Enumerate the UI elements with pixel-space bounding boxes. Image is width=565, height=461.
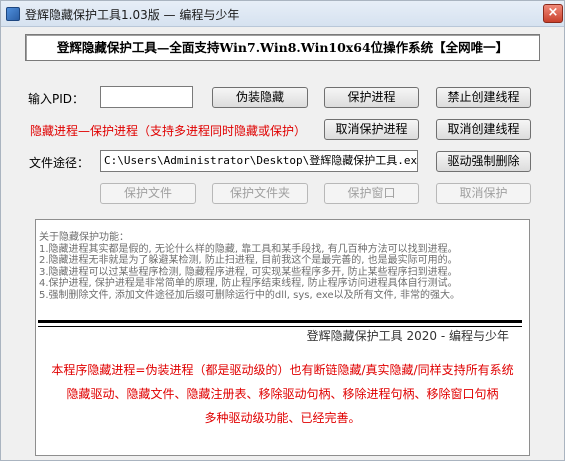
main-window: 登辉隐藏保护工具1.03版 — 编程与少年 × 登辉隐藏保护工具—全面支持Win… <box>0 0 565 461</box>
info-line: 3.隐藏进程可以过某些程序检测, 隐藏程序进程, 可实现某些程序多开, 防止某些… <box>39 266 458 278</box>
cancel-thread-button[interactable]: 取消创建线程 <box>436 119 531 140</box>
cancel-protect-small-button[interactable]: 取消保护 <box>436 183 531 204</box>
title-bar[interactable]: 登辉隐藏保护工具1.03版 — 编程与少年 × <box>1 1 564 27</box>
hint-text: 隐藏进程—保护进程（支持多进程同时隐藏或保护） <box>30 124 307 138</box>
info-line: 1.隐藏进程其实都是假的, 无论什么样的隐藏, 靠工具和某手段找, 有几百种方法… <box>39 243 458 255</box>
protect-file-button[interactable]: 保护文件 <box>100 183 196 204</box>
fake-hide-button[interactable]: 伪装隐藏 <box>212 87 308 108</box>
promo-text: 本程序隐藏进程=伪装进程（都是驱动级的）也有断链隐藏/真实隐藏/同样支持所有系统… <box>36 358 529 430</box>
banner-title: 登辉隐藏保护工具—全面支持Win7.Win8.Win10x64位操作系统【全网唯… <box>25 34 540 61</box>
signature-text: 登辉隐藏保护工具 2020 - 编程与少年 <box>306 329 509 343</box>
promo-line: 本程序隐藏进程=伪装进程（都是驱动级的）也有断链隐藏/真实隐藏/同样支持所有系统 <box>51 363 514 377</box>
force-delete-button[interactable]: 驱动强制删除 <box>436 151 531 172</box>
cancel-protect-button[interactable]: 取消保护进程 <box>324 119 419 140</box>
close-icon: × <box>547 5 559 20</box>
promo-line: 多种驱动级功能、已经完善。 <box>204 411 361 425</box>
info-line: 关于隐藏保护功能： <box>39 232 129 243</box>
info-text: 关于隐藏保护功能： 1.隐藏进程其实都是假的, 无论什么样的隐藏, 靠工具和某手… <box>39 232 529 301</box>
close-button[interactable]: × <box>543 4 563 23</box>
info-panel[interactable]: 关于隐藏保护功能： 1.隐藏进程其实都是假的, 无论什么样的隐藏, 靠工具和某手… <box>35 219 530 456</box>
path-label: 文件途径： <box>29 156 90 170</box>
info-line: 5.强制删除文件, 添加文件途径加后缀可删除运行中的dll, sys, exe以… <box>39 289 460 301</box>
app-icon <box>6 7 20 21</box>
promo-line: 隐藏驱动、隐藏文件、隐藏注册表、移除驱动句柄、移除进程句柄、移除窗口句柄 <box>66 387 499 401</box>
window-title: 登辉隐藏保护工具1.03版 — 编程与少年 <box>25 8 240 22</box>
protect-folder-button[interactable]: 保护文件夹 <box>212 183 308 204</box>
forbid-thread-button[interactable]: 禁止创建线程 <box>436 87 531 108</box>
file-path-field[interactable]: C:\Users\Administrator\Desktop\登辉隐藏保护工具.… <box>100 150 418 172</box>
protect-process-button[interactable]: 保护进程 <box>324 87 419 108</box>
info-line: 2.隐藏进程无非就是为了躲避某检测, 防止扫进程, 目前我这个是最完善的, 也是… <box>39 255 458 266</box>
protect-window-button[interactable]: 保护窗口 <box>324 183 419 204</box>
thick-divider <box>38 320 522 323</box>
pid-input[interactable] <box>100 86 193 108</box>
pid-label: 输入PID： <box>28 92 85 106</box>
info-line: 4.保护进程, 保护进程是非常简单的原理, 防止程序结束线程, 防止程序访问进程… <box>39 278 458 289</box>
